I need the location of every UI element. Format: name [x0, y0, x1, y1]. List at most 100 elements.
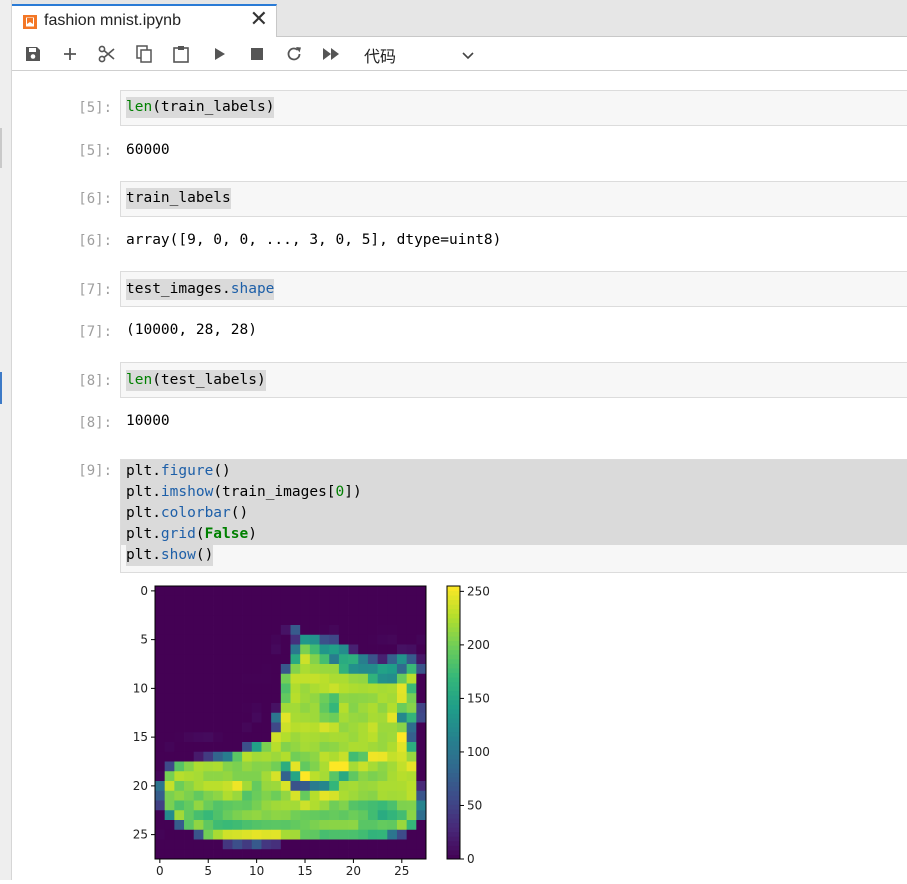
heatmap-cell	[184, 742, 195, 753]
code-cell-input[interactable]: train_labels	[120, 181, 907, 217]
heatmap-cell	[174, 586, 185, 597]
heatmap-cell	[338, 712, 349, 723]
heatmap-cell	[329, 683, 340, 694]
save-icon[interactable]	[22, 43, 44, 65]
heatmap-cell	[280, 664, 291, 675]
heatmap-cell	[329, 625, 340, 636]
heatmap-cell	[319, 615, 330, 626]
heatmap-cell	[174, 654, 185, 665]
heatmap-cell	[338, 829, 349, 840]
heatmap-cell	[155, 722, 166, 733]
heatmap-cell	[377, 693, 388, 704]
heatmap-cell	[280, 634, 291, 645]
heatmap-cell	[164, 742, 175, 753]
paste-icon[interactable]	[170, 43, 192, 65]
heatmap-cell	[396, 800, 407, 811]
tab-notebook[interactable]: fashion mnist.ipynb ✕	[12, 4, 277, 37]
x-tick-label: 5	[204, 864, 212, 878]
heatmap-cell	[416, 595, 427, 606]
heatmap-cell	[232, 683, 243, 694]
heatmap-cell	[367, 790, 378, 801]
heatmap-cell	[193, 839, 204, 850]
code-cell-input[interactable]: len(train_labels)	[120, 90, 907, 126]
colorbar-segment	[447, 631, 460, 637]
heatmap-cell	[155, 839, 166, 850]
tab-title: fashion mnist.ipynb	[44, 12, 181, 29]
heatmap-cell	[193, 742, 204, 753]
heatmap-cell	[300, 693, 311, 704]
heatmap-cell	[271, 790, 282, 801]
heatmap-cell	[271, 634, 282, 645]
code-token: ()	[230, 505, 249, 521]
heatmap-cell	[155, 673, 166, 684]
heatmap-cell	[416, 771, 427, 782]
heatmap-cell	[242, 820, 253, 831]
stop-icon[interactable]	[246, 43, 268, 65]
close-icon[interactable]: ✕	[250, 8, 268, 32]
heatmap-cell	[280, 615, 291, 626]
heatmap-cell	[222, 751, 233, 762]
heatmap-cell	[387, 771, 398, 782]
heatmap-cell	[271, 820, 282, 831]
heatmap-cell	[174, 664, 185, 675]
cell-type-select[interactable]: 代码	[364, 42, 474, 66]
heatmap-cell	[174, 790, 185, 801]
heatmap-cell	[232, 790, 243, 801]
heatmap-cell	[193, 800, 204, 811]
cut-icon[interactable]	[96, 43, 118, 65]
heatmap-cell	[416, 634, 427, 645]
colorbar-segment	[447, 845, 460, 851]
heatmap-cell	[155, 800, 166, 811]
heatmap-cell	[406, 615, 417, 626]
heatmap-cell	[203, 742, 214, 753]
heatmap-cell	[290, 839, 301, 850]
y-tick-label: 0	[140, 584, 148, 598]
heatmap-cell	[213, 829, 224, 840]
copy-icon[interactable]	[133, 43, 155, 65]
heatmap-cell	[319, 771, 330, 782]
heatmap-cell	[174, 605, 185, 616]
heatmap-cell	[222, 712, 233, 723]
heatmap-cell	[329, 703, 340, 714]
heatmap-cell	[329, 712, 340, 723]
heatmap-cell	[358, 800, 369, 811]
cell-output: 60000	[126, 142, 170, 158]
add-icon[interactable]	[59, 43, 81, 65]
restart-icon[interactable]	[283, 43, 305, 65]
heatmap-cell	[387, 839, 398, 850]
heatmap-cell	[396, 839, 407, 850]
heatmap-cell	[309, 849, 320, 860]
heatmap-cell	[416, 664, 427, 675]
heatmap-cell	[280, 781, 291, 792]
heatmap-cell	[367, 586, 378, 597]
y-tick-label: 25	[133, 828, 148, 842]
heatmap-cell	[261, 742, 272, 753]
heatmap-cell	[251, 722, 262, 733]
code-cell-input[interactable]: plt.figure() plt.imshow(train_images[0])…	[120, 459, 907, 573]
heatmap-cell	[213, 654, 224, 665]
heatmap-cell	[348, 605, 359, 616]
heatmap-cell	[348, 634, 359, 645]
code-cell-input[interactable]: test_images.shape	[120, 271, 907, 307]
heatmap-cell	[358, 673, 369, 684]
notebook-toolbar: 代码	[12, 37, 907, 71]
run-icon[interactable]	[209, 43, 231, 65]
heatmap-cell	[367, 732, 378, 743]
heatmap-cell	[193, 771, 204, 782]
heatmap-cell	[387, 800, 398, 811]
heatmap-cell	[242, 751, 253, 762]
heatmap-cell	[309, 615, 320, 626]
colorbar-segment	[447, 608, 460, 614]
heatmap-cell	[155, 683, 166, 694]
heatmap-cell	[348, 810, 359, 821]
heatmap-cell	[300, 810, 311, 821]
colorbar-segment	[447, 672, 460, 678]
colorbar-tick-label: 150	[467, 691, 490, 705]
heatmap-cell	[358, 790, 369, 801]
heatmap-cell	[242, 839, 253, 850]
run-all-icon[interactable]	[320, 43, 342, 65]
heatmap-cell	[280, 751, 291, 762]
code-token: plt.	[126, 463, 161, 479]
heatmap-cell	[329, 615, 340, 626]
code-cell-input[interactable]: len(test_labels)	[120, 362, 907, 398]
